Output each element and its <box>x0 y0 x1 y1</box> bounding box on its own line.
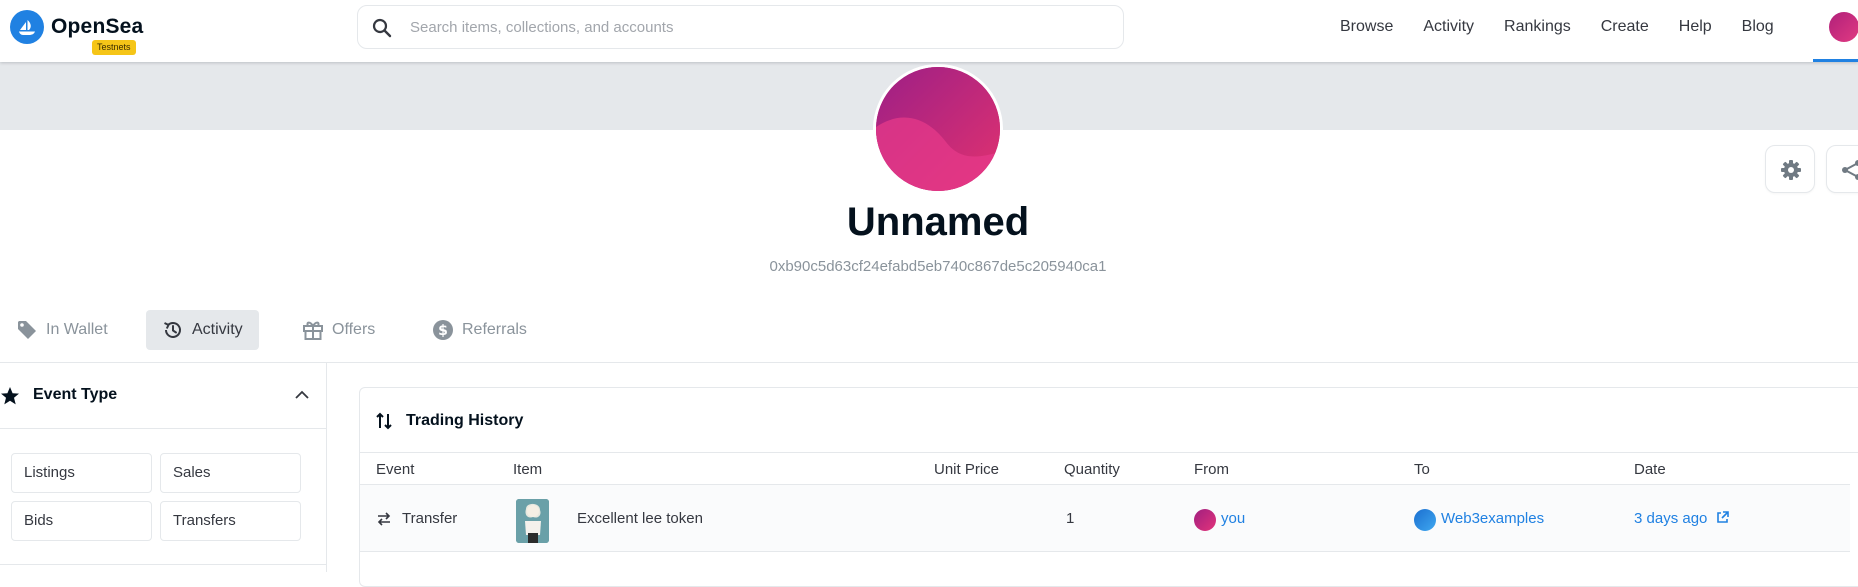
settings-button[interactable] <box>1765 145 1815 193</box>
trading-history-header[interactable]: Trading History <box>360 388 1858 453</box>
share-button[interactable] <box>1826 145 1858 193</box>
tab-label: In Wallet <box>46 321 108 338</box>
nav-help-link[interactable]: Help <box>1679 18 1712 36</box>
filter-transfers-button[interactable]: Transfers <box>160 501 301 541</box>
item-thumbnail[interactable] <box>516 499 549 543</box>
to-user-link[interactable]: Web3examples <box>1441 510 1544 527</box>
column-header-quantity: Quantity <box>1064 461 1120 478</box>
column-header-from: From <box>1194 461 1229 478</box>
to-avatar <box>1414 509 1436 531</box>
top-navbar: OpenSea Testnets Browse Activity Ranking… <box>0 0 1858 62</box>
date-label: 3 days ago <box>1634 510 1708 527</box>
event-type-header[interactable]: Event Type <box>0 363 326 429</box>
panel-divider <box>0 564 326 565</box>
from-user-link[interactable]: you <box>1221 510 1245 527</box>
tab-in-wallet[interactable]: In Wallet <box>16 310 108 350</box>
brand-name[interactable]: OpenSea <box>51 15 143 39</box>
event-cell: Transfer <box>402 510 458 527</box>
profile-avatar <box>873 64 1003 194</box>
trading-history-card: Trading History Event Item Unit Price Qu… <box>359 387 1858 587</box>
chevron-up-icon[interactable] <box>295 390 309 400</box>
search-icon <box>372 18 392 38</box>
column-header-to: To <box>1414 461 1430 478</box>
column-header-item: Item <box>513 461 543 478</box>
share-icon <box>1842 160 1858 180</box>
quantity-cell: 1 <box>1066 510 1075 527</box>
nav-create-link[interactable]: Create <box>1601 18 1649 36</box>
date-link[interactable]: 3 days ago <box>1634 510 1729 527</box>
search-bar[interactable] <box>357 5 1124 49</box>
tab-label: Activity <box>192 321 243 338</box>
testnets-badge: Testnets <box>92 40 136 55</box>
active-indicator <box>1813 59 1858 62</box>
tab-label: Referrals <box>462 321 527 338</box>
tab-referrals[interactable]: $ Referrals <box>432 310 527 350</box>
transfer-icon <box>377 512 391 526</box>
nav-rankings-link[interactable]: Rankings <box>1504 18 1571 36</box>
column-header-unit-price: Unit Price <box>934 461 1000 478</box>
gift-icon <box>303 321 323 340</box>
swap-vertical-icon <box>376 412 392 430</box>
table-row: Transfer Excellent lee token 1 you Web3e… <box>360 485 1850 552</box>
nav-activity-link[interactable]: Activity <box>1423 18 1474 36</box>
filter-sales-button[interactable]: Sales <box>160 453 301 493</box>
trading-history-title: Trading History <box>406 412 524 429</box>
nav-browse-link[interactable]: Browse <box>1340 18 1393 36</box>
tab-label: Offers <box>332 321 376 338</box>
item-name-link[interactable]: Excellent lee token <box>577 510 703 527</box>
svg-text:$: $ <box>438 323 448 339</box>
tag-icon <box>18 321 36 339</box>
opensea-logo-icon[interactable] <box>10 10 44 44</box>
search-input[interactable] <box>410 16 1100 38</box>
wallet-address[interactable]: 0xb90c5d63cf24efabd5eb740c867de5c205940c… <box>0 258 1858 275</box>
from-avatar <box>1194 509 1216 531</box>
history-icon <box>164 322 181 338</box>
star-icon <box>1 387 19 405</box>
account-avatar[interactable] <box>1829 12 1858 42</box>
dollar-circle-icon: $ <box>433 320 453 340</box>
tab-offers[interactable]: Offers <box>302 310 375 350</box>
profile-name: Unnamed <box>846 200 1030 244</box>
column-header-date: Date <box>1634 461 1666 478</box>
filter-panel: Event Type Listings Sales Bids Transfers <box>0 363 327 572</box>
column-header-event: Event <box>376 461 415 478</box>
filter-listings-button[interactable]: Listings <box>11 453 152 493</box>
event-type-title: Event Type <box>33 386 118 403</box>
nav-links: Browse Activity Rankings Create Help Blo… <box>1340 0 1804 54</box>
filter-bids-button[interactable]: Bids <box>11 501 152 541</box>
tab-activity[interactable]: Activity <box>146 310 259 350</box>
nav-blog-link[interactable]: Blog <box>1742 18 1774 36</box>
external-link-icon <box>1716 511 1729 523</box>
gear-icon <box>1781 160 1801 180</box>
